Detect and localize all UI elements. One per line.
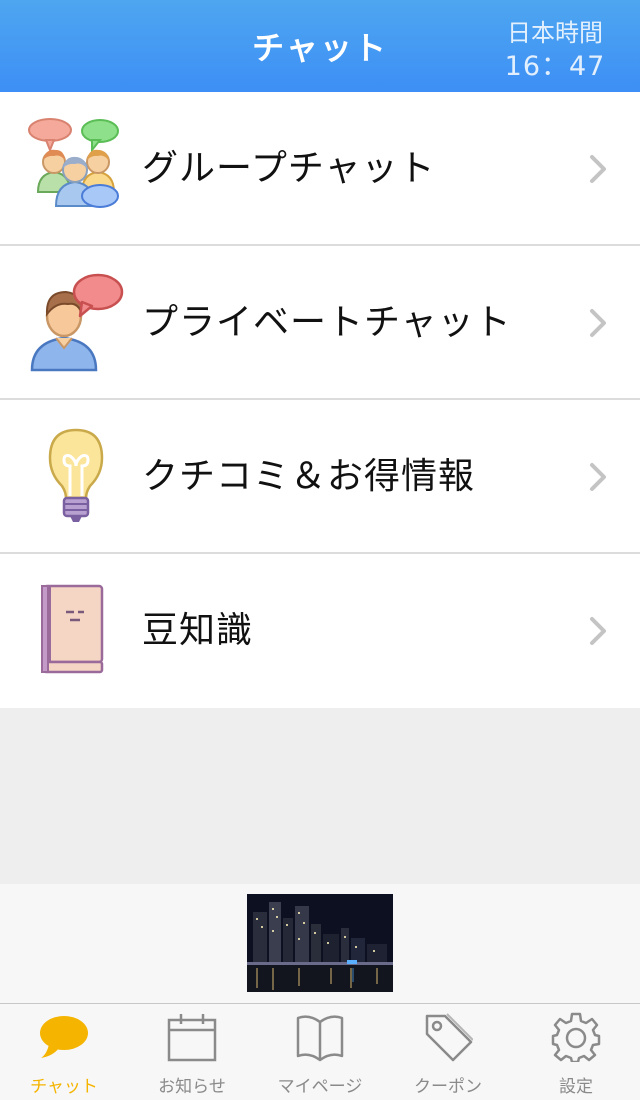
tag-icon: [423, 1012, 473, 1062]
clock-label: 日本時間: [507, 19, 603, 47]
chat-menu-list: グループチャット プライベートチャット クチコミ＆お得情報 豆知識: [0, 92, 640, 708]
bottom-tab-bar: チャット お知らせ マイページ クーポン 設定: [0, 1003, 640, 1100]
book-icon: [295, 1012, 345, 1062]
tab-news[interactable]: お知らせ: [128, 1004, 256, 1100]
chevron-right-icon: [586, 462, 610, 492]
menu-item-trivia[interactable]: 豆知識: [0, 554, 640, 708]
menu-item-label: グループチャット: [142, 148, 436, 189]
menu-item-label: プライベートチャット: [142, 302, 512, 343]
lightbulb-icon: [26, 426, 126, 526]
chevron-right-icon: [586, 154, 610, 184]
banner-area: [0, 884, 640, 1004]
tab-label: 設定: [559, 1077, 593, 1097]
menu-item-group-chat[interactable]: グループチャット: [0, 92, 640, 246]
tab-label: お知らせ: [158, 1077, 226, 1097]
tab-mypage[interactable]: マイページ: [256, 1004, 384, 1100]
tab-chat[interactable]: チャット: [0, 1004, 128, 1100]
menu-item-private-chat[interactable]: プライベートチャット: [0, 246, 640, 400]
tab-coupon[interactable]: クーポン: [384, 1004, 512, 1100]
tab-settings[interactable]: 設定: [512, 1004, 640, 1100]
tab-label: チャット: [30, 1077, 98, 1097]
tab-label: マイページ: [277, 1077, 363, 1097]
japan-time-clock: 日本時間 16：47: [500, 16, 610, 84]
menu-item-reviews-deals[interactable]: クチコミ＆お得情報: [0, 400, 640, 554]
chevron-right-icon: [586, 616, 610, 646]
menu-item-label: 豆知識: [142, 610, 254, 651]
private-chat-icon: [26, 272, 126, 372]
notebook-icon: [26, 580, 126, 680]
calendar-icon: [167, 1012, 217, 1062]
tab-label: クーポン: [414, 1077, 482, 1097]
menu-item-label: クチコミ＆お得情報: [142, 456, 476, 497]
chat-bubble-icon: [39, 1012, 89, 1062]
header-bar: チャット 日本時間 16：47: [0, 0, 640, 92]
chevron-right-icon: [586, 308, 610, 338]
group-chat-icon: [26, 118, 126, 218]
gear-icon: [551, 1012, 601, 1062]
banner-image[interactable]: [247, 894, 393, 992]
clock-time: 16：47: [504, 51, 606, 82]
